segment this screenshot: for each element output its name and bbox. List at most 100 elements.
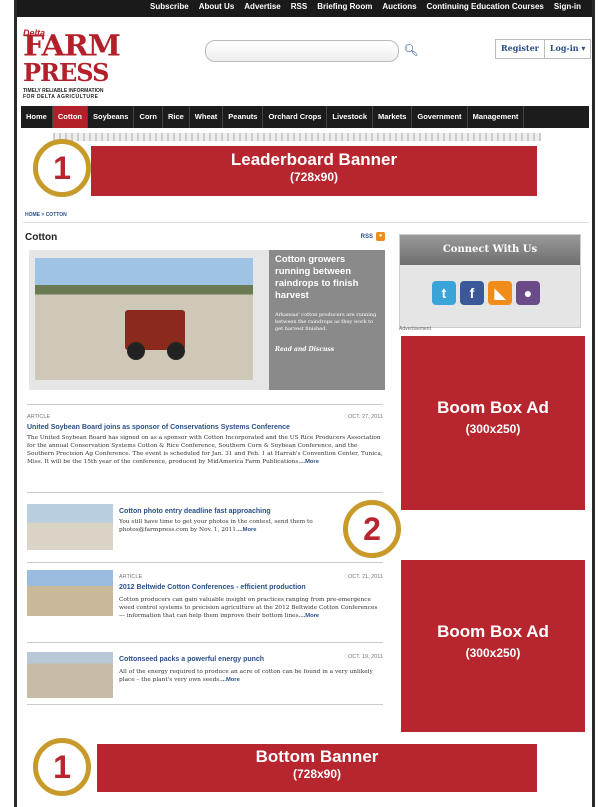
- nav-home[interactable]: Home: [21, 106, 53, 128]
- breadcrumb[interactable]: HOME > COTTON: [25, 212, 67, 218]
- article-body: All of the energy required to produce an…: [119, 668, 383, 684]
- section-title: Cotton: [25, 232, 58, 243]
- site-logo[interactable]: Delta FARM PRESS TIMELY RELIABLE INFORMA…: [23, 28, 143, 100]
- nav-livestock[interactable]: Livestock: [327, 106, 374, 128]
- wheel-shape: [167, 342, 185, 360]
- login-link[interactable]: Log-in ▾: [545, 40, 591, 58]
- topbar-courses-link[interactable]: Continuing Education Courses: [422, 2, 549, 11]
- twitter-icon[interactable]: t: [432, 281, 456, 305]
- topbar-advertise-link[interactable]: Advertise: [239, 2, 285, 11]
- article-date: OCT. 19, 2011: [347, 654, 383, 660]
- leaderboard-banner[interactable]: Leaderboard Banner (728x90): [91, 146, 537, 196]
- article-label: ARTICLE: [119, 574, 143, 580]
- featured-summary: Arkansas' cotton producers are running b…: [275, 312, 377, 332]
- nav-soybeans[interactable]: Soybeans: [88, 106, 135, 128]
- featured-caption: Cotton growers running between raindrops…: [269, 250, 385, 390]
- logo-farm: FARM: [23, 29, 121, 64]
- divider: [27, 704, 383, 705]
- register-link[interactable]: Register: [496, 40, 544, 58]
- divider: [27, 492, 383, 493]
- leaderboard-size: (728x90): [289, 170, 339, 184]
- nav-orchard-crops[interactable]: Orchard Crops: [263, 106, 328, 128]
- facebook-icon[interactable]: f: [460, 281, 484, 305]
- article-date: OCT. 21, 2011: [347, 574, 383, 580]
- featured-read-link[interactable]: Read and Discuss: [275, 346, 334, 353]
- article-thumbnail[interactable]: [27, 570, 113, 616]
- nav-cotton[interactable]: Cotton: [52, 106, 88, 128]
- rss-icon[interactable]: ◣: [488, 281, 512, 305]
- topbar-briefing-link[interactable]: Briefing Room: [312, 2, 377, 11]
- article-body: The United Soybean Board has signed on a…: [27, 434, 383, 466]
- section-rss-label: RSS: [360, 233, 373, 240]
- connect-title: Connect With Us: [400, 235, 580, 265]
- logo-tagline-2: FOR DELTA AGRICULTURE: [23, 94, 99, 100]
- divider: [27, 404, 383, 405]
- article-body: You still have time to get your photos i…: [119, 518, 369, 534]
- bottom-banner-size: (728x90): [292, 767, 342, 781]
- boombox-size: (300x250): [465, 422, 521, 436]
- article-title[interactable]: 2012 Beltwide Cotton Conferences - effic…: [119, 584, 306, 591]
- article-thumbnail[interactable]: [27, 504, 113, 550]
- podcast-icon[interactable]: ●: [516, 281, 540, 305]
- nav-markets[interactable]: Markets: [373, 106, 413, 128]
- social-icons: t f ◣ ●: [432, 281, 540, 305]
- page-frame: Subscribe About Us Advertise RSS Briefin…: [14, 0, 595, 807]
- nav-management[interactable]: Management: [468, 106, 525, 128]
- more-link[interactable]: ...More: [300, 613, 319, 619]
- wheel-shape: [127, 342, 145, 360]
- nav-wheat[interactable]: Wheat: [190, 106, 224, 128]
- article-title[interactable]: United Soybean Board joins as sponsor of…: [27, 424, 290, 431]
- topbar-signin-link[interactable]: Sign-in: [549, 2, 586, 11]
- more-link[interactable]: ...More: [300, 459, 319, 465]
- article-body-text: You still have time to get your photos i…: [119, 519, 313, 533]
- nav-corn[interactable]: Corn: [134, 106, 163, 128]
- topbar-subscribe-link[interactable]: Subscribe: [145, 2, 194, 11]
- boombox-ad-1[interactable]: Boom Box Ad (300x250): [401, 336, 585, 510]
- boombox-badge: 2: [343, 500, 401, 558]
- divider: [27, 562, 383, 563]
- advertisement-label: Advertisement: [399, 326, 431, 332]
- article-body-text: The United Soybean Board has signed on a…: [27, 435, 383, 465]
- section-rss-link[interactable]: RSS ●: [361, 232, 385, 241]
- article-body-text: Cotton producers can gain valuable insig…: [119, 597, 378, 619]
- bottom-banner-title: Bottom Banner: [255, 747, 379, 766]
- main-nav: Home Cotton Soybeans Corn Rice Wheat Pea…: [21, 106, 589, 128]
- nav-rice[interactable]: Rice: [163, 106, 190, 128]
- leaderboard-title: Leaderboard Banner: [230, 150, 398, 169]
- search-input[interactable]: [205, 40, 399, 62]
- utility-bar: Subscribe About Us Advertise RSS Briefin…: [17, 0, 592, 17]
- article-body: Cotton producers can gain valuable insig…: [119, 596, 383, 620]
- article-title[interactable]: Cottonseed packs a powerful energy punch: [119, 656, 264, 663]
- connect-widget: Connect With Us t f ◣ ●: [399, 234, 581, 328]
- featured-title[interactable]: Cotton growers running between raindrops…: [275, 254, 379, 302]
- main-column: Cotton RSS ● Cotton growers running betw…: [23, 228, 387, 708]
- boombox-ad-2[interactable]: Boom Box Ad (300x250): [401, 560, 585, 732]
- article-thumbnail[interactable]: [27, 652, 113, 698]
- topbar-auctions-link[interactable]: Auctions: [377, 2, 421, 11]
- breadcrumb-divider: [23, 222, 589, 223]
- article-label: ARTICLE: [27, 414, 51, 420]
- auth-box: Register Log-in ▾: [495, 39, 592, 59]
- search-icon[interactable]: 🔍︎: [403, 42, 419, 58]
- nav-peanuts[interactable]: Peanuts: [223, 106, 264, 128]
- rss-icon: ●: [376, 232, 385, 241]
- nav-government[interactable]: Government: [412, 106, 468, 128]
- topbar-about-link[interactable]: About Us: [194, 2, 240, 11]
- article-date: OCT. 27, 2011: [347, 414, 383, 420]
- article-body-text: All of the energy required to produce an…: [119, 669, 373, 683]
- featured-story[interactable]: Cotton growers running between raindrops…: [29, 250, 385, 390]
- more-link[interactable]: ...More: [238, 527, 257, 533]
- logo-press: PRESS: [23, 58, 109, 87]
- topbar-rss-link[interactable]: RSS: [286, 2, 312, 11]
- boombox-title: Boom Box Ad: [437, 398, 549, 417]
- leaderboard-placeholder: [53, 133, 541, 141]
- divider: [27, 642, 383, 643]
- boombox-title: Boom Box Ad: [437, 622, 549, 641]
- article-title[interactable]: Cotton photo entry deadline fast approac…: [119, 508, 271, 515]
- leaderboard-badge: 1: [33, 139, 91, 197]
- bottom-banner-badge: 1: [33, 738, 91, 796]
- bottom-banner[interactable]: Bottom Banner (728x90): [97, 744, 537, 792]
- featured-image[interactable]: [35, 258, 253, 380]
- more-link[interactable]: ...More: [221, 677, 240, 683]
- boombox-size: (300x250): [465, 646, 521, 660]
